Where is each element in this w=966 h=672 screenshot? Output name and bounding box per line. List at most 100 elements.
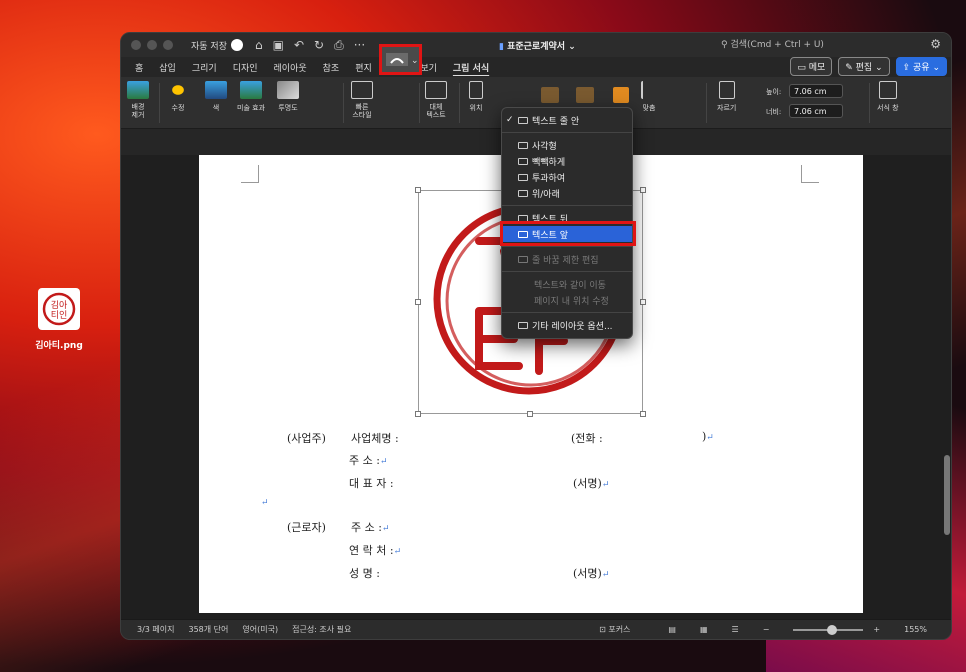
phone-label: (전화 : [571, 432, 603, 445]
undo-icon[interactable]: ↶ [294, 38, 304, 53]
zoom-slider[interactable] [793, 624, 864, 635]
resize-handle[interactable] [640, 411, 646, 417]
selection-pane-button[interactable] [613, 87, 629, 103]
minimize-button[interactable] [147, 40, 157, 50]
wrap-text-button[interactable]: ⌄ [379, 44, 422, 75]
quick-styles-button[interactable]: 빠른 스타일 [351, 81, 373, 119]
highlight-annotation [500, 221, 636, 246]
format-pane-icon [878, 81, 897, 99]
settings-icon[interactable]: ⚙ [930, 37, 941, 51]
tab-draw[interactable]: 그리기 [184, 61, 225, 74]
zoom-level[interactable]: 155% [904, 625, 927, 634]
doc-icon: ▮ [499, 42, 504, 52]
wrap-top-bottom-icon [518, 189, 528, 197]
transparency-button[interactable]: 투명도 [277, 81, 299, 113]
share-button[interactable]: ⇪ 공유 ⌄ [895, 57, 947, 76]
vertical-scrollbar[interactable] [944, 455, 950, 535]
word-count[interactable]: 358개 단어 [189, 624, 229, 635]
tab-home[interactable]: 홈 [127, 61, 151, 74]
crop-button[interactable]: 자르기 [717, 81, 736, 113]
align-icon [641, 81, 657, 99]
search-icon: ⚲ [721, 40, 728, 50]
redo-icon[interactable]: ↻ [314, 38, 324, 53]
accessibility[interactable]: 접근성: 조사 필요 [292, 624, 351, 635]
wrap-inline-item[interactable]: 텍스트 줄 안 [502, 112, 632, 128]
wrap-top-bottom-item[interactable]: 위/아래 [502, 185, 632, 201]
format-pane-button[interactable]: 서식 창 [877, 81, 899, 113]
resize-handle[interactable] [640, 187, 646, 193]
color-button[interactable]: 색 [205, 81, 227, 113]
autosave-label: 자동 저장 [191, 41, 227, 52]
autosave-toggle[interactable] [230, 39, 243, 51]
sun-icon [167, 81, 189, 99]
height-label: 높이: [766, 88, 782, 96]
bring-forward-button[interactable] [541, 87, 559, 103]
tab-mailings[interactable]: 편지 [347, 61, 380, 74]
resize-handle[interactable] [415, 187, 421, 193]
save-icon[interactable]: ▣ [273, 38, 284, 53]
home-icon[interactable]: ⌂ [255, 38, 263, 53]
titlebar: 자동 저장 ⌂ ▣ ↶ ↻ ⎙ ··· ▮ 표준근로계약서 ⌄ ⚲ 검색(Cmd… [121, 33, 951, 57]
address-label: 주 소 :↵ [349, 454, 388, 467]
wrap-square-item[interactable]: 사각형 [502, 137, 632, 153]
align-button[interactable]: 맞춤 [641, 81, 657, 113]
more-icon[interactable]: ··· [354, 38, 365, 53]
contact-label: 연 락 처 :↵ [349, 544, 402, 557]
tab-layout[interactable]: 레이아웃 [266, 61, 315, 74]
remove-background-button[interactable]: 배경 제거 [127, 81, 149, 119]
more-layout-options-item[interactable]: 기타 레이아웃 옵션... [502, 317, 632, 333]
focus-button[interactable]: ⊡ 포커스 [599, 624, 644, 635]
tab-references[interactable]: 참조 [315, 61, 348, 74]
page-count[interactable]: 3/3 페이지 [137, 624, 175, 635]
edit-wrap-points-item: 줄 바꿈 제한 편집 [502, 251, 632, 267]
position-icon [469, 81, 483, 99]
autosave[interactable]: 자동 저장 [191, 39, 243, 52]
edit-button[interactable]: ✎ 편집 ⌄ [838, 57, 890, 76]
alt-text-button[interactable]: 대체 텍스트 [425, 81, 447, 119]
corrections-button[interactable]: 수정 [167, 81, 189, 113]
resize-handle[interactable] [640, 299, 646, 305]
wrap-tight-item[interactable]: 빽빽하게 [502, 153, 632, 169]
alt-text-icon [425, 81, 447, 99]
print-layout-icon[interactable]: ▤ [668, 625, 676, 634]
zoom-button[interactable] [163, 40, 173, 50]
position-button[interactable]: 위치 [469, 81, 483, 113]
status-bar: 3/3 페이지 358개 단어 영어(미국) 접근성: 조사 필요 ⊡ 포커스 … [121, 619, 951, 639]
outline-icon[interactable]: ☰ [732, 625, 739, 634]
document-title[interactable]: ▮ 표준근로계약서 ⌄ [499, 39, 576, 52]
tab-insert[interactable]: 삽입 [151, 61, 184, 74]
close-button[interactable] [131, 40, 141, 50]
zoom-out-icon[interactable]: − [763, 625, 770, 634]
window-controls[interactable] [131, 40, 173, 50]
selection-pane-icon [613, 87, 629, 103]
search-box[interactable]: ⚲ 검색(Cmd + Ctrl + U) [721, 37, 824, 50]
transparency-icon [277, 81, 299, 99]
margin-mark [241, 165, 259, 183]
file-label: 김아티.png [35, 341, 83, 351]
height-field[interactable]: 7.06 cm [789, 84, 843, 98]
svg-text:김아: 김아 [51, 299, 68, 311]
language[interactable]: 영어(미국) [242, 624, 278, 635]
zoom-in-icon[interactable]: + [873, 625, 880, 634]
resize-handle[interactable] [415, 411, 421, 417]
tab-picture-format[interactable]: 그림 서식 [445, 61, 497, 74]
resize-handle[interactable] [415, 299, 421, 305]
print-icon[interactable]: ⎙ [334, 38, 344, 53]
phone-close: )↵ [702, 430, 714, 443]
memo-button[interactable]: ▭ 메모 [790, 57, 833, 76]
resize-handle[interactable] [527, 411, 533, 417]
name-label: 성 명 : [349, 567, 380, 580]
width-label: 너비: [766, 108, 782, 116]
employer-label: (사업주) [287, 432, 326, 445]
desktop-file-icon[interactable]: 김아 티인 김아티.png [34, 288, 84, 351]
wrap-square-icon [518, 141, 528, 149]
color-icon [205, 81, 227, 99]
wrap-through-item[interactable]: 투과하여 [502, 169, 632, 185]
svg-text:티인: 티인 [51, 310, 68, 321]
send-backward-button[interactable] [576, 87, 594, 103]
artistic-effects-button[interactable]: 미술 효과 [237, 81, 265, 113]
artistic-icon [240, 81, 262, 99]
tab-design[interactable]: 디자인 [225, 61, 266, 74]
web-layout-icon[interactable]: ▦ [700, 625, 708, 634]
width-field[interactable]: 7.06 cm [789, 104, 843, 118]
